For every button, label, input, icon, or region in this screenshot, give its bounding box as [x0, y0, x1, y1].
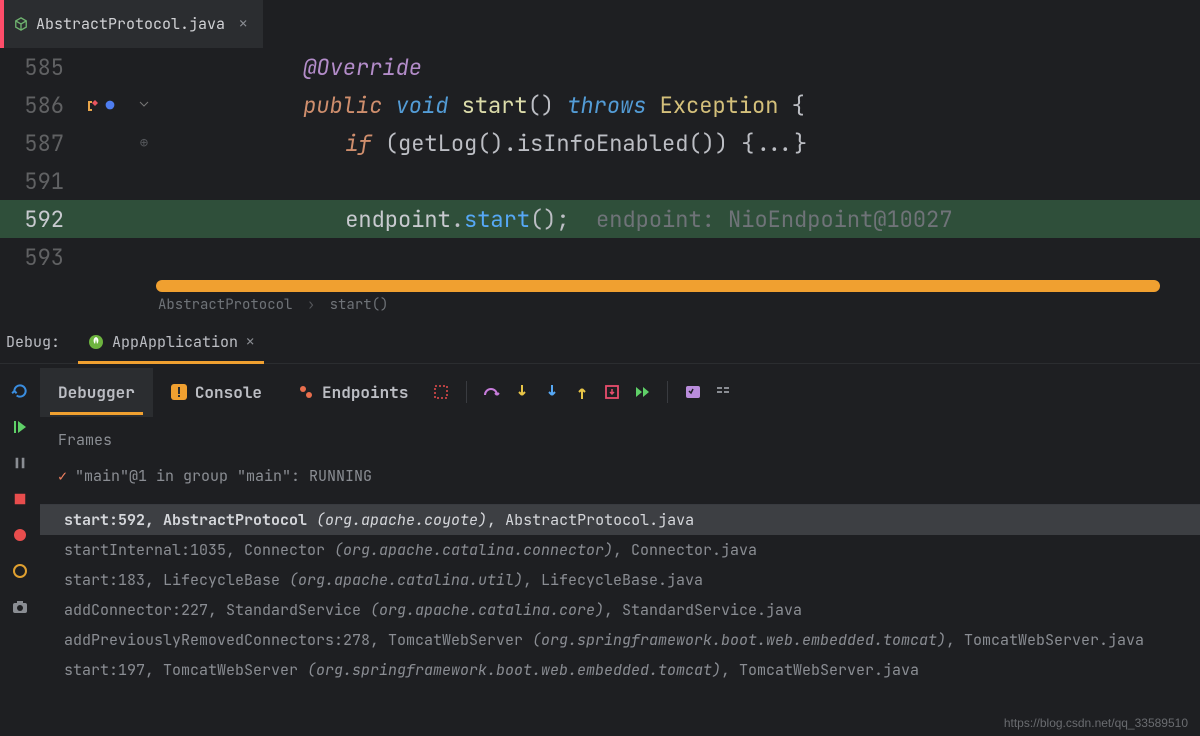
fold-expand-icon[interactable]: ⊕ [130, 134, 158, 152]
debug-config-name: AppApplication [112, 332, 238, 352]
camera-icon[interactable] [11, 598, 29, 616]
override-gutter-icon[interactable] [72, 97, 130, 113]
fold-toggle[interactable] [130, 96, 158, 114]
step-into-icon[interactable] [507, 377, 537, 407]
stack-frame[interactable]: startInternal:1035, Connector (org.apach… [40, 535, 1200, 565]
line-number: 591 [0, 167, 72, 196]
debug-label: Debug: [6, 332, 60, 352]
drop-frame-icon[interactable] [597, 377, 627, 407]
code-line: 587 ⊕ if (getLog().isInfoEnabled()) {...… [0, 124, 1200, 162]
line-number: 592 [0, 205, 72, 234]
debug-main: Debugger Console Endpoints [40, 364, 1200, 736]
tab-console[interactable]: Console [153, 368, 280, 417]
debug-panel: Debug: AppApplication ✕ [0, 320, 1200, 736]
breadcrumb[interactable]: AbstractProtocol › start() [0, 292, 1200, 320]
warn-icon [171, 384, 187, 400]
class-icon [14, 17, 28, 31]
line-number: 585 [0, 53, 72, 82]
tab-modified-mark [0, 0, 4, 48]
debug-body: Debugger Console Endpoints [0, 364, 1200, 736]
breadcrumb-class[interactable]: AbstractProtocol [158, 296, 292, 314]
line-number: 593 [0, 243, 72, 272]
debug-leftbar [0, 364, 40, 736]
code: if (getLog().isInfoEnabled()) {...} [158, 100, 1200, 187]
resume-icon[interactable] [11, 418, 29, 436]
debug-config-tab[interactable]: AppApplication ✕ [78, 320, 264, 363]
step-over-icon[interactable] [477, 377, 507, 407]
check-icon: ✓ [58, 466, 67, 486]
stack-frame[interactable]: start:592, AbstractProtocol (org.apache.… [40, 505, 1200, 535]
thread-selector[interactable]: ✓ "main"@1 in group "main": RUNNING [40, 460, 1200, 496]
stack-frame[interactable]: addConnector:227, StandardService (org.a… [40, 595, 1200, 625]
trace-current-stream-icon[interactable] [708, 377, 738, 407]
chevron-right-icon: › [307, 296, 315, 314]
force-step-into-icon[interactable] [537, 377, 567, 407]
separator [667, 381, 668, 403]
stack-frame[interactable]: start:197, TomcatWebServer (org.springfr… [40, 655, 1200, 685]
pause-icon[interactable] [11, 454, 29, 472]
stop-icon[interactable] [11, 490, 29, 508]
endpoints-icon [298, 384, 314, 400]
code-editor[interactable]: 585 @Override 586 public void start() th… [0, 48, 1200, 320]
debug-header: Debug: AppApplication ✕ [0, 320, 1200, 364]
watermark: https://blog.csdn.net/qq_33589510 [1004, 716, 1188, 730]
horizontal-scrollbar[interactable] [156, 280, 1160, 292]
run-to-cursor-icon[interactable] [627, 377, 657, 407]
breadcrumb-method[interactable]: start() [330, 296, 389, 314]
step-out-icon[interactable] [567, 377, 597, 407]
frames-label: Frames [40, 420, 1200, 460]
tab-endpoints[interactable]: Endpoints [280, 368, 426, 417]
inline-hint: endpoint: NioEndpoint@10027 [596, 205, 952, 234]
evaluate-expression-icon[interactable] [678, 377, 708, 407]
line-number: 587 [0, 129, 72, 158]
mute-breakpoints-icon[interactable] [11, 562, 29, 580]
separator [466, 381, 467, 403]
close-icon[interactable]: ✕ [246, 333, 254, 351]
line-number: 586 [0, 91, 72, 120]
code-line-current: 592 endpoint.start(); endpoint: NioEndpo… [0, 200, 1200, 238]
debug-tabs: Debugger Console Endpoints [40, 364, 1200, 420]
show-execution-point-icon[interactable] [426, 377, 456, 407]
spring-boot-icon [88, 334, 104, 350]
stack-frame[interactable]: start:183, LifecycleBase (org.apache.cat… [40, 565, 1200, 595]
rerun-icon[interactable] [11, 382, 29, 400]
view-breakpoints-icon[interactable] [11, 526, 29, 544]
stack-frame[interactable]: addPreviouslyRemovedConnectors:278, Tomc… [40, 625, 1200, 655]
tab-debugger[interactable]: Debugger [40, 368, 153, 417]
frames-list: start:592, AbstractProtocol (org.apache.… [40, 504, 1200, 685]
code: endpoint.start(); endpoint: NioEndpoint@… [158, 176, 1200, 263]
